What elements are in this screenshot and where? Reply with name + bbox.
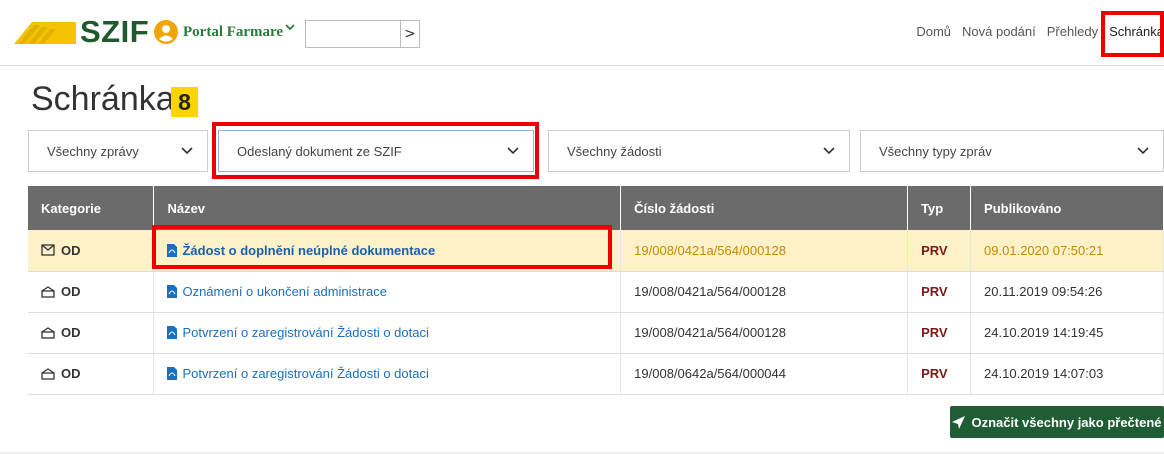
category-label: OD xyxy=(61,284,81,299)
name-cell: Potvrzení o zaregistrování Žádosti o dot… xyxy=(153,353,622,395)
pdf-document-icon xyxy=(167,285,178,298)
chevron-down-icon xyxy=(181,147,193,155)
envelope-open-icon xyxy=(41,326,55,339)
application-number-cell: 19/008/0421a/564/000128 xyxy=(620,312,909,354)
category-cell: OD xyxy=(28,312,155,354)
category-cell: OD xyxy=(28,353,155,395)
pdf-document-icon xyxy=(167,243,178,257)
mark-all-read-button[interactable]: Označit všechny jako přečtené xyxy=(950,406,1164,438)
chevron-down-icon xyxy=(1137,147,1149,155)
nav-home[interactable]: Domů xyxy=(916,24,951,39)
published-cell: 09.01.2020 07:50:21 xyxy=(970,230,1164,272)
filter-types-select[interactable]: Všechny typy zpráv xyxy=(860,130,1164,172)
table-row[interactable]: OD Oznámení o ukončení administrace 19/0… xyxy=(28,271,1164,313)
filter-applications-value: Všechny žádosti xyxy=(567,143,662,159)
filter-messages-value: Všechny zprávy xyxy=(47,143,139,159)
szif-logo[interactable]: SZIF xyxy=(80,14,149,50)
highlight-box-nav xyxy=(1101,11,1164,57)
portal-menu-label[interactable]: Portal Farmare xyxy=(183,24,283,41)
user-icon[interactable] xyxy=(154,20,178,44)
column-header-category[interactable]: Kategorie xyxy=(28,186,155,230)
column-header-published[interactable]: Publikováno xyxy=(970,186,1164,230)
envelope-open-icon xyxy=(41,367,55,380)
category-cell: OD xyxy=(28,271,155,313)
filter-types-value: Všechny typy zpráv xyxy=(879,143,992,159)
nav-overviews[interactable]: Přehledy xyxy=(1047,24,1098,39)
column-header-number[interactable]: Číslo žádosti xyxy=(620,186,909,230)
message-count-badge: 8 xyxy=(171,87,198,117)
name-cell: Potvrzení o zaregistrování Žádosti o dot… xyxy=(153,312,622,354)
column-header-type[interactable]: Typ xyxy=(907,186,972,230)
page-title: Schránka xyxy=(31,80,175,118)
chevron-down-icon xyxy=(507,147,519,155)
paper-plane-icon xyxy=(952,415,966,429)
filter-document-select[interactable]: Odeslaný dokument ze SZIF xyxy=(218,130,534,172)
pdf-document-icon xyxy=(167,367,178,380)
quick-search-input[interactable] xyxy=(305,20,401,48)
type-cell: PRV xyxy=(907,312,972,354)
message-link[interactable]: Oznámení o ukončení administrace xyxy=(182,284,387,299)
szif-logo-stripes-icon xyxy=(14,22,76,44)
go-button[interactable]: > xyxy=(400,20,420,48)
envelope-open-icon xyxy=(41,285,55,298)
category-label: OD xyxy=(61,242,81,258)
published-cell: 24.10.2019 14:19:45 xyxy=(970,312,1164,354)
message-link[interactable]: Žádost o doplnění neúplné dokumentace xyxy=(182,243,435,258)
filter-applications-select[interactable]: Všechny žádosti xyxy=(548,130,850,172)
table-row[interactable]: OD Potvrzení o zaregistrování Žádosti o … xyxy=(28,312,1164,354)
application-number-cell: 19/008/0421a/564/000128 xyxy=(620,230,909,272)
category-label: OD xyxy=(61,366,81,381)
type-cell: PRV xyxy=(907,271,972,313)
envelope-icon xyxy=(41,244,55,256)
table-row[interactable]: OD Žádost o doplnění neúplné dokumentace… xyxy=(28,230,1164,272)
type-cell: PRV xyxy=(907,353,972,395)
chevron-down-icon xyxy=(823,147,835,155)
nav-new-submissions[interactable]: Nová podání xyxy=(962,24,1036,39)
chevron-down-icon[interactable] xyxy=(285,22,295,32)
filter-document-value: Odeslaný dokument ze SZIF xyxy=(237,143,402,159)
pdf-document-icon xyxy=(167,326,178,339)
top-header: SZIF Portal Farmare > Domů Nová podání P… xyxy=(0,0,1164,66)
message-link[interactable]: Potvrzení o zaregistrování Žádosti o dot… xyxy=(182,325,428,340)
type-cell: PRV xyxy=(907,230,972,272)
filter-messages-select[interactable]: Všechny zprávy xyxy=(28,130,208,172)
published-cell: 24.10.2019 14:07:03 xyxy=(970,353,1164,395)
name-cell: Žádost o doplnění neúplné dokumentace xyxy=(153,230,622,272)
column-header-name[interactable]: Název xyxy=(153,186,622,230)
category-cell: OD xyxy=(28,230,155,272)
application-number-cell: 19/008/0421a/564/000128 xyxy=(620,271,909,313)
message-link[interactable]: Potvrzení o zaregistrování Žádosti o dot… xyxy=(182,366,428,381)
application-number-cell: 19/008/0642a/564/000044 xyxy=(620,353,909,395)
category-label: OD xyxy=(61,325,81,340)
mark-all-read-label: Označit všechny jako přečtené xyxy=(971,414,1162,430)
published-cell: 20.11.2019 09:54:26 xyxy=(970,271,1164,313)
table-header-row: Kategorie Název Číslo žádosti Typ Publik… xyxy=(28,186,1164,230)
table-row[interactable]: OD Potvrzení o zaregistrování Žádosti o … xyxy=(28,353,1164,395)
name-cell: Oznámení o ukončení administrace xyxy=(153,271,622,313)
messages-table: Kategorie Název Číslo žádosti Typ Publik… xyxy=(28,186,1164,395)
